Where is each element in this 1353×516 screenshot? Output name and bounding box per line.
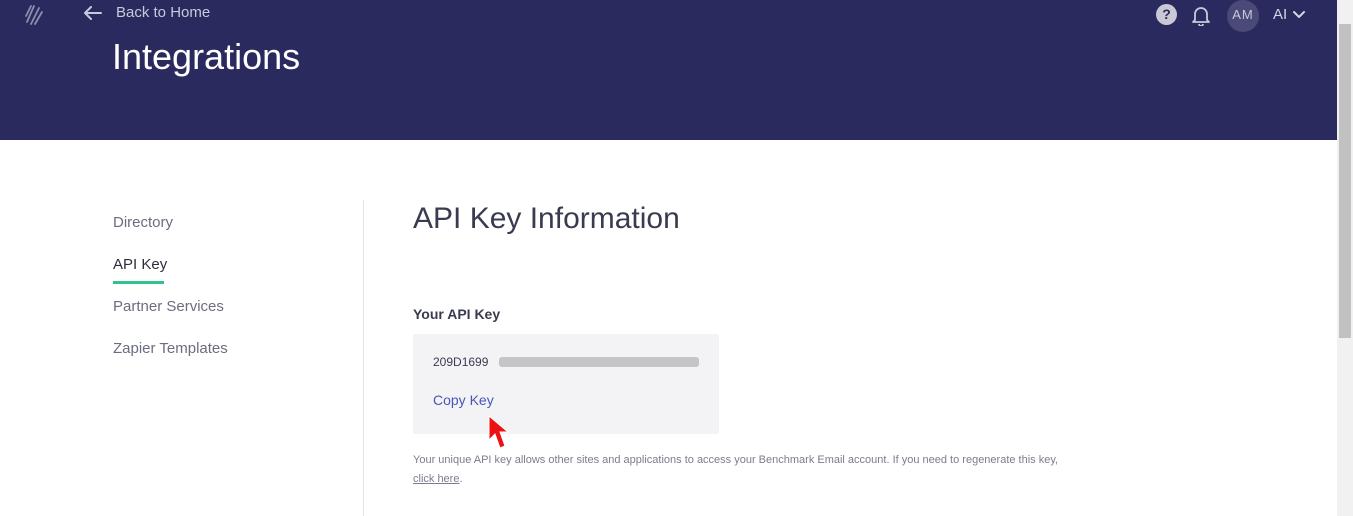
page-title: Integrations <box>112 36 301 77</box>
logo-icon[interactable] <box>24 2 46 26</box>
copy-key-button[interactable]: Copy Key <box>433 392 494 408</box>
help-icon[interactable]: ? <box>1156 4 1177 25</box>
top-header: Back to Home Integrations ? AM AI <box>0 0 1337 140</box>
back-arrow-icon <box>84 5 102 20</box>
mouse-cursor-icon <box>488 414 510 449</box>
sidebar-nav: Directory API Key Partner Services Zapie… <box>113 214 228 382</box>
note-text: Your unique API key allows other sites a… <box>413 454 1059 466</box>
sidebar-item-partner-services[interactable]: Partner Services <box>113 298 228 318</box>
bell-icon[interactable] <box>1191 4 1211 26</box>
account-label: AI <box>1273 6 1288 23</box>
api-key-value: 209D1699 <box>433 355 489 369</box>
account-menu[interactable]: AI <box>1273 6 1306 23</box>
regenerate-link[interactable]: click here <box>413 473 459 485</box>
sidebar-item-api-key[interactable]: API Key <box>113 256 228 284</box>
api-key-box: 209D1699 Copy Key <box>413 334 719 434</box>
avatar[interactable]: AM <box>1227 0 1259 32</box>
back-to-home-link[interactable]: Back to Home <box>84 4 210 21</box>
scrollbar-thumb[interactable] <box>1339 24 1351 338</box>
sidebar-divider <box>363 200 364 516</box>
back-to-home-label: Back to Home <box>116 4 211 21</box>
api-key-note: Your unique API key allows other sites a… <box>413 451 1073 489</box>
sidebar-item-zapier-templates[interactable]: Zapier Templates <box>113 340 228 360</box>
sidebar-item-directory[interactable]: Directory <box>113 214 228 234</box>
api-key-label: Your API Key <box>413 306 501 322</box>
chevron-down-icon <box>1293 10 1306 18</box>
api-key-redaction <box>499 357 699 367</box>
note-end: . <box>459 473 463 485</box>
section-title: API Key Information <box>413 202 680 235</box>
